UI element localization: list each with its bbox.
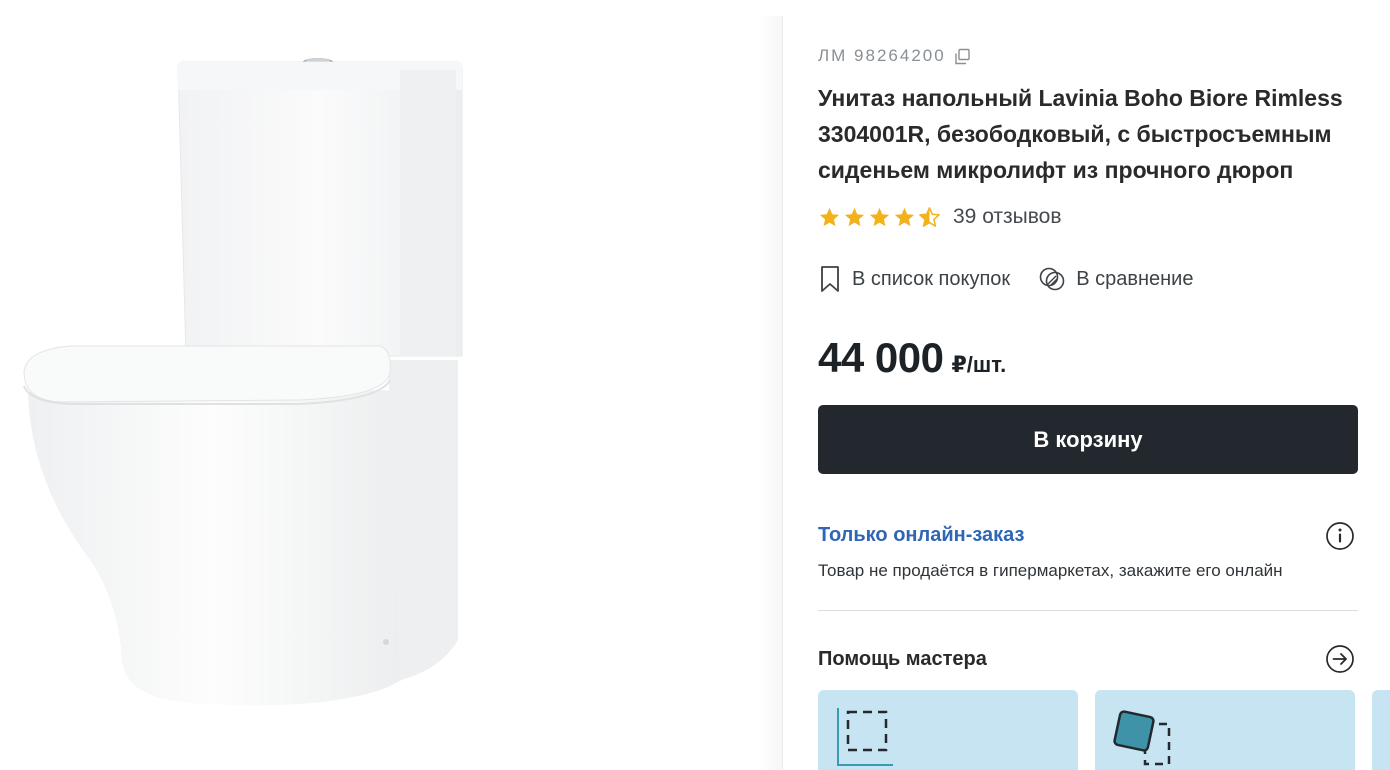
- compare-icon: [1039, 267, 1065, 291]
- star-icon: [819, 207, 840, 226]
- shopping-list-button[interactable]: В список покупок: [818, 264, 1010, 294]
- gallery-shadow: [760, 16, 782, 770]
- product-gallery: [0, 0, 782, 770]
- sku-label: ЛМ 98264200: [818, 46, 946, 65]
- info-icon[interactable]: [1325, 521, 1355, 551]
- rating-row[interactable]: 39 отзывов: [818, 205, 1062, 229]
- online-only-title[interactable]: Только онлайн-заказ: [818, 524, 1024, 547]
- product-image[interactable]: [0, 0, 782, 770]
- star-icon: [894, 207, 915, 226]
- reviews-link[interactable]: 39 отзывов: [953, 205, 1062, 229]
- online-only-description: Товар не продаётся в гипермаркетах, зака…: [818, 561, 1283, 580]
- measure-area-icon: [837, 708, 893, 766]
- shopping-list-label: В список покупок: [852, 267, 1011, 290]
- star-icon: [844, 207, 865, 226]
- section-divider: [818, 610, 1358, 611]
- arrow-right-icon[interactable]: [1325, 644, 1355, 674]
- product-title: Унитаз напольный Lavinia Boho Biore Riml…: [818, 85, 1343, 183]
- compare-label: В сравнение: [1076, 267, 1194, 290]
- add-to-cart-button[interactable]: В корзину: [818, 405, 1358, 474]
- help-title: Помощь мастера: [818, 648, 987, 670]
- bookmark-icon: [821, 266, 839, 292]
- tile-layout-icon: [1113, 710, 1171, 766]
- help-card-tile[interactable]: [1095, 690, 1355, 770]
- help-card-partial[interactable]: [1372, 690, 1390, 770]
- half-star-icon: [919, 206, 940, 227]
- compare-button[interactable]: В сравнение: [1038, 265, 1193, 293]
- help-card-measure[interactable]: [818, 690, 1078, 770]
- rating-stars: [818, 206, 941, 229]
- star-icon: [869, 207, 890, 226]
- price-value: 44 000: [818, 334, 944, 381]
- price-unit: ₽/шт.: [951, 352, 1007, 377]
- product-actions: В список покупок В сравнение: [818, 264, 1221, 294]
- copy-icon[interactable]: [954, 48, 971, 65]
- price-block: 44 000 ₽/шт.: [818, 334, 1006, 382]
- gallery-divider: [782, 16, 783, 770]
- sku-row: ЛМ 98264200: [818, 46, 971, 66]
